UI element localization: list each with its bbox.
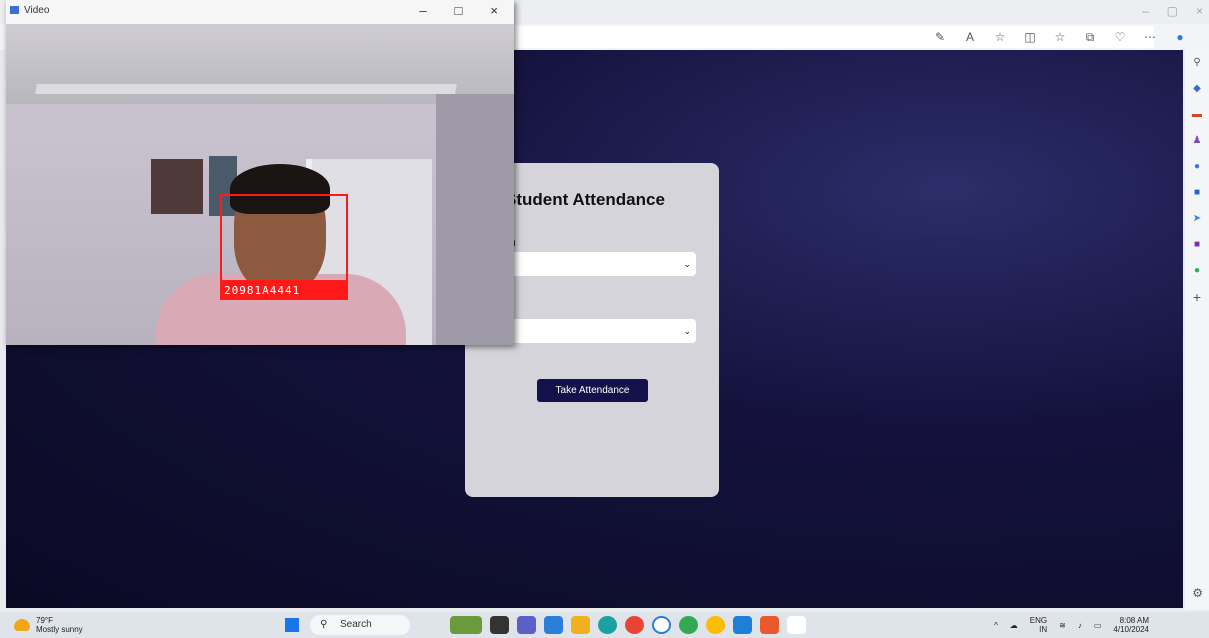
read-aloud-icon[interactable]: A [955,30,985,44]
weather-desc: Mostly sunny [36,625,83,634]
toolbar-icons: ✎ A ☆ ◫ ☆ ⧉ ♡ ⋯ ● [925,26,1195,48]
person-icon[interactable]: ♟ [1185,128,1209,154]
store-icon[interactable] [760,616,779,634]
clock-date: 4/10/2024 [1113,625,1149,634]
pen-icon[interactable]: ✎ [925,30,955,44]
edge-icon[interactable] [598,616,617,634]
volume-icon[interactable]: ♪ [1078,621,1082,630]
wifi-icon[interactable]: ≋ [1059,621,1066,630]
collections-icon[interactable]: ⧉ [1075,30,1105,45]
windows-start-icon[interactable] [285,618,299,632]
field1-select[interactable]: ⌄ [509,252,696,276]
chrome-dev-icon[interactable] [706,616,725,634]
weather-widget[interactable]: 79°F Mostly sunny [14,616,83,634]
chevron-up-icon[interactable]: ^ [994,621,998,630]
more-icon[interactable]: ⋯ [1135,30,1165,44]
search-label: Search [340,619,372,630]
video-app-icon [10,6,19,14]
favorites-icon[interactable]: ☆ [1045,30,1075,44]
file-explorer-icon[interactable] [571,616,590,634]
ceiling-edge [35,84,457,94]
split-icon[interactable]: ◫ [1015,30,1045,44]
send-icon[interactable]: ➤ [1185,206,1209,232]
vscode-icon[interactable] [733,616,752,634]
language-indicator[interactable]: ENG IN [1030,616,1047,634]
notepad-icon[interactable] [787,616,806,634]
settings-icon[interactable]: ⚙ [1192,586,1203,600]
toolbox-icon[interactable]: ▬ [1185,102,1209,128]
card-title: Student Attendance [505,190,665,209]
cortana-icon[interactable] [652,616,671,634]
calendar-app-icon[interactable] [544,616,563,634]
taskbar: 79°F Mostly sunny ⚲ Search ^ ☁ ENG IN ≋ … [0,612,1209,638]
wall-right [436,94,514,345]
region-code: IN [1039,625,1048,634]
restore-icon[interactable]: ▢ [1167,4,1178,18]
take-attendance-button[interactable]: Take Attendance [537,379,648,402]
office-icon[interactable]: ● [1185,154,1209,180]
lang-code: ENG [1029,616,1048,625]
video-window: Video – □ × 20981A4441 [6,0,514,345]
taskbar-apps [450,616,806,634]
search-icon[interactable]: ⚲ [1185,50,1209,76]
whatsapp-icon[interactable]: ● [1185,258,1209,284]
video-title: Video [24,5,50,16]
clock[interactable]: 8:08 AM 4/10/2024 [1113,616,1149,634]
minimize-icon[interactable]: – [1142,4,1149,18]
browser-window-controls: – ▢ × [1142,4,1203,18]
chevron-down-icon: ⌄ [683,259,691,269]
task-view-icon[interactable] [490,616,509,634]
face-id-label: 20981A4441 [220,281,348,300]
field2-select[interactable]: ⌄ [509,319,696,343]
battery-icon[interactable]: ▭ [1094,621,1102,630]
video-minimize-button[interactable]: – [419,3,426,18]
taskbar-search[interactable]: ⚲ Search [310,615,410,635]
extensions-icon[interactable]: ♡ [1105,30,1135,44]
cloud-icon[interactable]: ☁ [1010,621,1018,630]
browser-sidebar: ⚲ ◆ ▬ ♟ ● ■ ➤ ■ ● + [1185,50,1209,610]
teams-icon[interactable] [517,616,536,634]
weather-temp: 79°F [36,616,53,625]
video-close-button[interactable]: × [490,3,498,18]
widgets-icon[interactable] [450,616,482,634]
tag-icon[interactable]: ◆ [1185,76,1209,102]
video-maximize-button[interactable]: □ [455,3,463,18]
clock-time: 8:08 AM [1119,616,1149,625]
system-tray: ^ ☁ ENG IN ≋ ♪ ▭ 8:08 AM 4/10/2024 [994,616,1149,634]
onenote-icon[interactable]: ■ [1185,232,1209,258]
chrome-profile-icon[interactable] [679,616,698,634]
chevron-down-icon: ⌄ [683,326,691,336]
star-icon[interactable]: ☆ [985,30,1015,44]
copilot-icon[interactable]: ● [1165,30,1195,44]
weather-icon [14,619,30,631]
search-icon: ⚲ [320,619,328,630]
chrome-icon[interactable] [625,616,644,634]
face-detection-box [220,194,348,282]
close-icon[interactable]: × [1196,4,1203,18]
add-icon[interactable]: + [1185,284,1209,310]
video-title-bar: Video – □ × [6,0,514,24]
outlook-icon[interactable]: ■ [1185,180,1209,206]
